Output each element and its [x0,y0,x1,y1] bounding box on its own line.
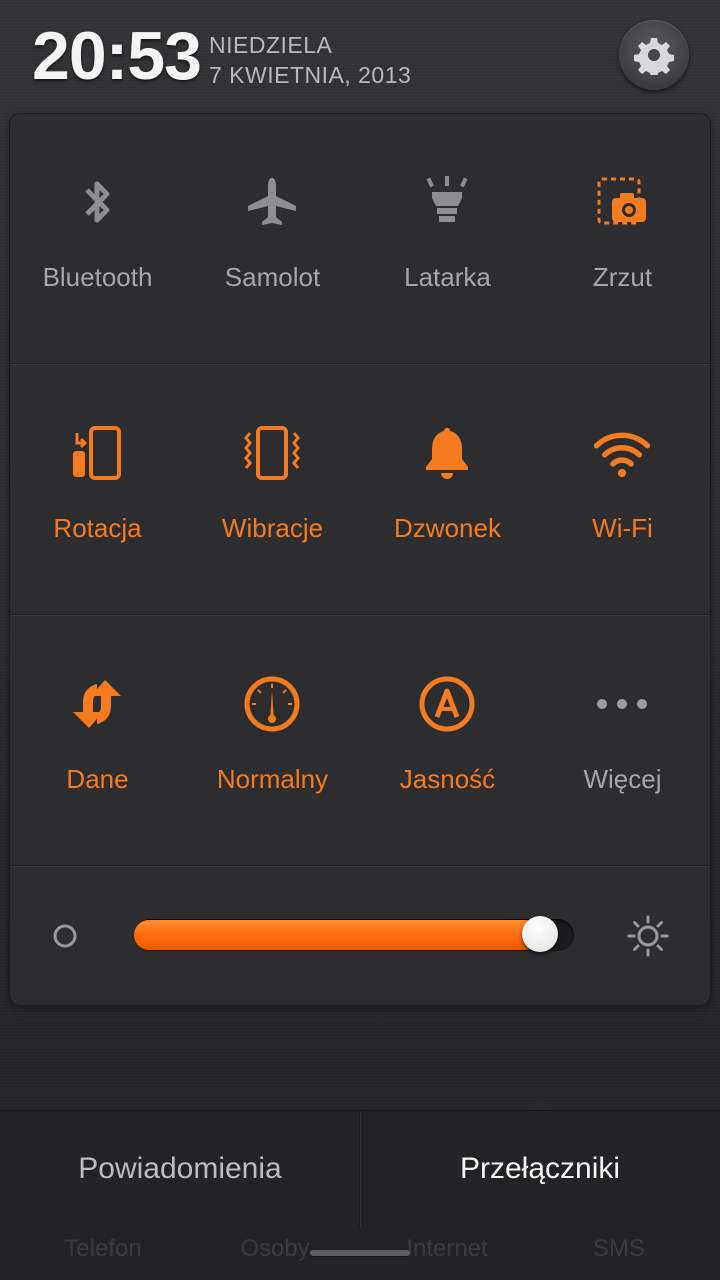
status-header: 20:53 NIEDZIELA 7 KWIETNIA, 2013 [0,0,720,112]
toggle-label: Zrzut [592,262,653,292]
toggle-label: Dzwonek [394,513,501,543]
toggle-wifi[interactable]: Wi-Fi [535,365,710,615]
screenshot-icon [597,177,646,225]
brightness-low-icon [53,924,77,948]
toggle-ringer[interactable]: Dzwonek [360,365,535,615]
background-app-label: Osoby [240,1235,310,1262]
shade-drag-handle[interactable] [310,1250,410,1256]
brightness-fill [134,920,540,950]
toggle-label: Więcej [583,764,662,794]
tab-notifications[interactable]: Powiadomienia [0,1111,360,1227]
toggle-vibration[interactable]: Wibracje [185,365,360,615]
data-sync-icon [73,680,121,728]
toggle-flashlight[interactable]: Latarka [360,114,535,364]
toggle-rotation[interactable]: Rotacja [10,365,185,615]
vibration-icon [244,426,300,480]
quick-settings-panel: Bluetooth Samolot Latarka Zrzut Rotacja … [10,114,710,1005]
background-app-label: Internet [406,1235,488,1262]
toggle-row-3: Dane Normalny Jasność Więcej [10,616,710,866]
toggle-label: Dane [66,764,129,794]
settings-button[interactable] [619,20,689,90]
date-text: 7 KWIETNIA, 2013 [209,62,412,88]
toggle-bluetooth[interactable]: Bluetooth [10,114,185,364]
more-dots-icon [597,699,647,709]
toggle-performance[interactable]: Normalny [185,616,360,866]
toggle-label: Latarka [404,262,491,292]
background-app-label: SMS [592,1235,645,1262]
toggle-label: Wi-Fi [592,513,653,543]
toggle-label: Normalny [216,764,329,794]
clock: 20:53 [32,18,202,94]
toggle-more[interactable]: Więcej [535,616,710,866]
toggle-label: Wibracje [221,513,324,543]
toggle-row-1: Bluetooth Samolot Latarka Zrzut [10,114,710,364]
brightness-high-icon [627,915,669,957]
day-of-week: NIEDZIELA [209,32,333,58]
toggle-airplane[interactable]: Samolot [185,114,360,364]
gear-icon [634,38,674,75]
bell-icon [426,428,468,479]
brightness-control [10,866,710,1005]
brightness-slider-thumb[interactable] [521,916,558,952]
flashlight-icon [426,176,468,222]
toggle-label: Bluetooth [42,262,153,292]
toggle-label: Jasność [399,764,496,794]
auto-brightness-icon [419,676,475,732]
toggle-label: Rotacja [53,513,142,543]
background-app-label: Telefon [64,1235,142,1262]
wifi-icon [593,432,651,478]
gauge-icon [244,676,300,732]
toggle-label: Samolot [224,262,321,292]
airplane-icon [248,178,296,225]
bluetooth-icon [85,181,110,223]
tab-toggles[interactable]: Przełączniki [360,1111,720,1227]
date-block: NIEDZIELA 7 KWIETNIA, 2013 [209,30,411,90]
toggle-mobile-data[interactable]: Dane [10,616,185,866]
rotation-icon [73,426,121,480]
toggle-auto-brightness[interactable]: Jasność [360,616,535,866]
toggle-row-2: Rotacja Wibracje Dzwonek Wi-Fi [10,365,710,615]
toggle-screenshot[interactable]: Zrzut [535,114,710,364]
